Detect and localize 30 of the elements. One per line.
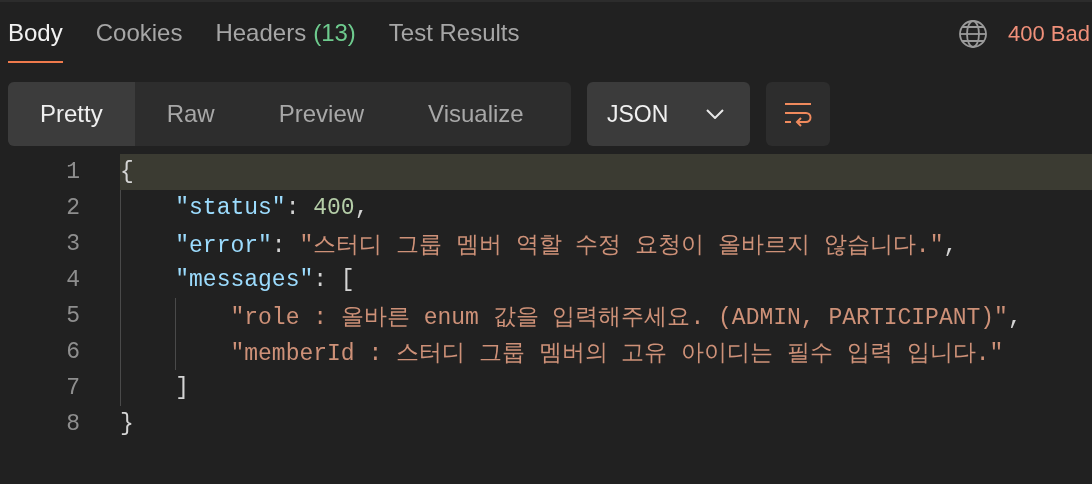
response-tab[interactable]: Body [8,2,63,63]
view-mode-tab[interactable]: Pretty [8,82,135,146]
line-number: 5 [65,303,80,329]
line-number: 4 [65,267,80,293]
line-number: 1 [65,159,80,185]
line-number: 6 [65,339,80,365]
response-tab[interactable]: Test Results [388,2,520,63]
line-number: 8 [65,411,80,437]
view-mode-tab[interactable]: Raw [134,82,247,146]
line-number: 7 [65,375,80,401]
chevron-icon [706,109,725,119]
code-line: "status": 400, [175,195,369,221]
code-line: "error": "스터디 그룹 멤버 역할 수정 요청이 올바르지 않습니다.", [175,231,958,260]
line-number: 3 [65,231,80,257]
view-mode-tab[interactable]: Visualize [396,82,556,146]
code-line: "role : 올바른 enum 값을 입력해주세요. (ADMIN, PARTICIPANT)", [230,303,1022,332]
response-tab[interactable]: Headers (13) [215,2,356,63]
wrap-icon [783,101,814,127]
code-line: } [120,411,134,437]
format-dropdown[interactable]: JSON [587,82,751,146]
code-line: { [120,159,134,185]
line-number: 2 [65,195,80,221]
response-tab[interactable]: Cookies [95,2,183,63]
code-line: "memberId : 스터디 그룹 멤버의 고유 아이디는 필수 입력 입니다." [230,339,1004,368]
code-line: "messages": [ [175,267,355,293]
wrap-lines-button[interactable] [766,82,831,146]
view-mode-tab[interactable]: Preview [246,82,397,146]
globe-icon[interactable] [958,19,989,49]
code-line: ] [175,375,190,401]
status-text: 400 Bad [1008,21,1090,47]
